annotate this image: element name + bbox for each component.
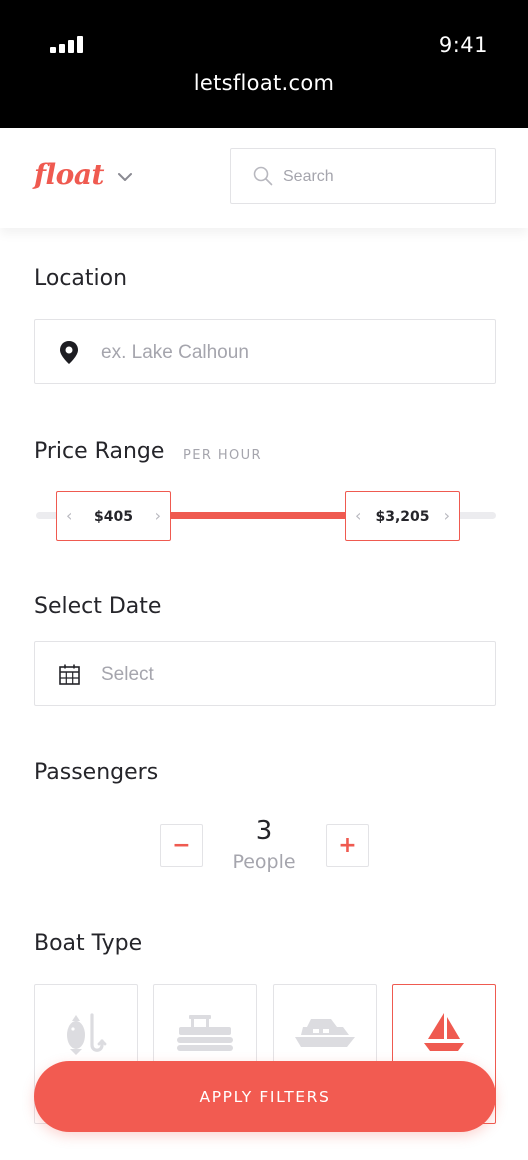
pontoon-boat-icon [177,1015,233,1051]
apply-filters-label: APPLY FILTERS [199,1088,331,1106]
yacht-icon [295,1019,355,1047]
price-min-handle[interactable]: ‹ $405 › [56,491,171,541]
price-unit-label: PER HOUR [183,448,262,463]
status-bar: 9:41 letsfloat.com [0,0,528,128]
float-logo[interactable]: float [34,158,104,191]
minus-icon: − [172,833,191,858]
decrease-passengers-button[interactable]: − [160,824,203,867]
location-field[interactable] [34,319,496,384]
price-max-handle[interactable]: ‹ $3,205 › [345,491,460,541]
passengers-heading: Passengers [34,760,159,785]
price-slider-range [170,512,346,519]
signal-strength-icon [50,36,83,53]
search-icon [253,166,273,186]
fishing-boat-icon [67,1013,107,1055]
price-min-value: $405 [94,509,133,525]
increase-passengers-button[interactable]: + [326,824,369,867]
select-date-heading: Select Date [34,594,162,619]
search-box[interactable] [230,148,496,204]
chevron-down-icon[interactable] [116,170,134,184]
calendar-icon [59,664,80,685]
price-range-heading: Price Range [34,439,165,464]
status-time: 9:41 [438,33,488,57]
map-pin-icon [60,341,78,364]
location-heading: Location [34,266,128,291]
boat-type-heading: Boat Type [34,931,143,956]
date-field[interactable] [34,641,496,706]
plus-icon: + [338,833,357,858]
location-input[interactable] [101,338,461,368]
search-input[interactable] [283,163,483,191]
address-bar-url[interactable]: letsfloat.com [0,71,528,95]
price-max-value: $3,205 [375,509,430,525]
passenger-count: 3 [255,816,273,846]
sailboat-icon [424,1013,464,1051]
chevron-right-icon: › [154,506,161,525]
apply-filters-button[interactable]: APPLY FILTERS [34,1061,496,1132]
date-input[interactable] [101,660,461,690]
app-header: float [0,128,528,228]
chevron-right-icon: › [443,506,450,525]
passenger-unit: People [232,851,296,873]
